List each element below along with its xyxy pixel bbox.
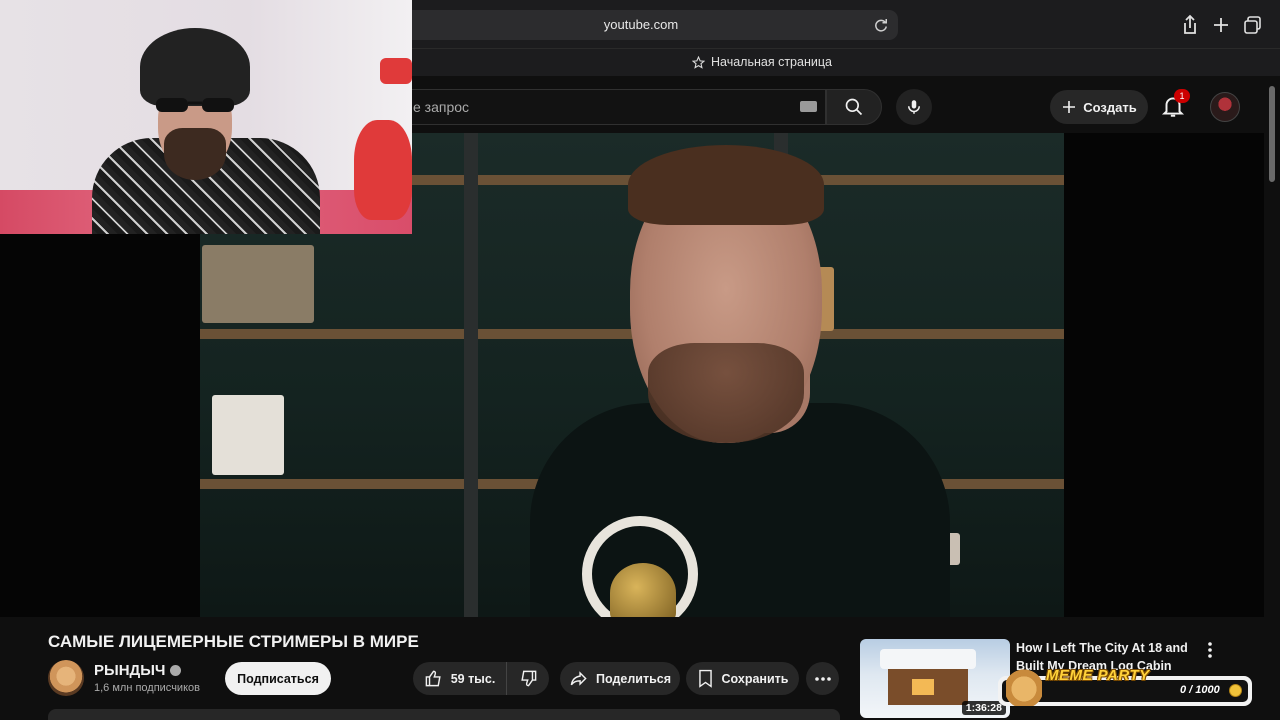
star-icon: [692, 55, 705, 69]
sunglasses-icon: [156, 98, 234, 112]
microphone-icon: [908, 100, 920, 114]
share-button[interactable]: Поделиться: [560, 662, 680, 695]
doge-icon: [1006, 668, 1042, 706]
meme-party-title: MEME PARTY: [1046, 667, 1150, 684]
thumbs-up-icon: [425, 670, 441, 687]
share-label: Поделиться: [595, 671, 672, 686]
description-box[interactable]: [48, 709, 840, 720]
scrollbar-thumb[interactable]: [1269, 86, 1275, 182]
cabin-roof: [880, 649, 976, 669]
share-arrow-icon: [570, 671, 587, 686]
like-count: 59 тыс.: [450, 671, 496, 686]
shelf-post: [464, 133, 478, 617]
meme-party-counter: 0 / 1000: [1180, 684, 1220, 696]
studio-microphone: [610, 563, 676, 617]
account-avatar[interactable]: [1210, 92, 1240, 122]
cabin-window: [912, 679, 934, 695]
like-dislike-group: 59 тыс.: [413, 662, 549, 695]
search-input[interactable]: е запрос: [370, 89, 826, 125]
bust-prop: [212, 395, 284, 475]
presenter-hair: [628, 145, 824, 225]
save-button[interactable]: Сохранить: [686, 662, 799, 695]
channel-name-row[interactable]: РЫНДЫЧ: [94, 662, 182, 679]
reload-icon[interactable]: [872, 16, 890, 34]
webcam-overlay: [0, 0, 412, 234]
radio-prop: [202, 245, 314, 323]
streamer-beard: [164, 128, 226, 180]
notification-badge: 1: [1174, 89, 1190, 103]
verified-icon: [170, 665, 182, 676]
streamer-hat: [140, 28, 250, 106]
dislike-button[interactable]: [507, 662, 549, 695]
thumbs-down-icon: [520, 670, 536, 687]
more-vertical-icon: [1208, 642, 1212, 658]
coin-icon: [1229, 684, 1242, 697]
recommended-video-thumbnail[interactable]: 1:36:28: [860, 639, 1010, 718]
create-label: Создать: [1083, 99, 1137, 115]
create-button[interactable]: Создать: [1050, 90, 1148, 124]
save-label: Сохранить: [721, 671, 789, 686]
favorites-item-home[interactable]: Начальная страница: [692, 55, 832, 69]
tab-overview-icon[interactable]: [1240, 12, 1266, 38]
search-icon: [845, 98, 863, 116]
plus-icon: [1063, 101, 1076, 113]
more-horizontal-icon: [814, 676, 831, 681]
presenter-beard: [648, 343, 804, 443]
more-actions-button[interactable]: [806, 662, 839, 695]
address-bar[interactable]: youtube.com: [384, 10, 898, 40]
recommendation-menu-button[interactable]: [1202, 640, 1218, 660]
new-tab-icon[interactable]: [1208, 12, 1234, 38]
webcam-toy: [380, 58, 412, 84]
channel-name[interactable]: РЫНДЫЧ: [94, 662, 165, 679]
search-button[interactable]: [826, 89, 882, 125]
favorites-item-label: Начальная страница: [711, 55, 832, 69]
subscriber-count: 1,6 млн подписчиков: [94, 682, 200, 694]
address-text: youtube.com: [603, 17, 679, 32]
bookmark-icon: [698, 669, 712, 688]
channel-avatar[interactable]: [48, 660, 84, 696]
subscribe-button[interactable]: Подписаться: [225, 662, 331, 695]
search-placeholder: е запрос: [413, 99, 470, 115]
webcam-toy: [354, 120, 412, 220]
share-icon[interactable]: [1177, 12, 1203, 38]
keyboard-icon[interactable]: [800, 101, 817, 112]
video-title: САМЫЕ ЛИЦЕМЕРНЫЕ СТРИМЕРЫ В МИРЕ: [48, 632, 419, 651]
voice-search-button[interactable]: [896, 89, 932, 125]
like-button[interactable]: 59 тыс.: [413, 662, 507, 695]
notifications-button[interactable]: 1: [1160, 89, 1190, 121]
